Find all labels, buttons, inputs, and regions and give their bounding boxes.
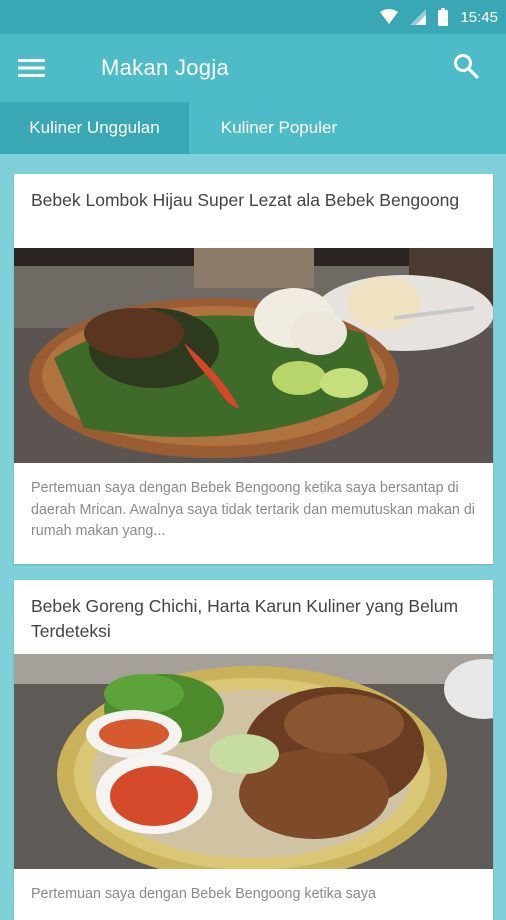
battery-icon — [438, 8, 449, 26]
tab-kuliner-populer[interactable]: Kuliner Populer — [189, 102, 369, 154]
status-bar: 15:45 — [0, 0, 506, 34]
tab-bar: Kuliner Unggulan Kuliner Populer — [0, 102, 506, 154]
article-feed[interactable]: Bebek Lombok Hijau Super Lezat ala Bebek… — [0, 155, 506, 920]
article-image — [14, 248, 493, 463]
search-button[interactable] — [452, 52, 486, 86]
tab-kuliner-unggulan[interactable]: Kuliner Unggulan — [0, 102, 189, 154]
status-time: 15:45 — [460, 8, 498, 26]
app-title: Makan Jogja — [101, 55, 230, 80]
wifi-icon — [380, 9, 399, 24]
article-excerpt: Pertemuan saya dengan Bebek Bengoong ket… — [31, 886, 376, 902]
article-title: Bebek Lombok Hijau Super Lezat ala Bebek… — [31, 190, 460, 210]
status-icons: 15:45 — [380, 0, 498, 34]
search-icon — [454, 54, 479, 79]
menu-icon — [18, 59, 45, 77]
article-excerpt: Pertemuan saya dengan Bebek Bengoong ket… — [31, 480, 475, 539]
article-card[interactable]: Bebek Lombok Hijau Super Lezat ala Bebek… — [14, 174, 493, 564]
menu-button[interactable] — [18, 52, 58, 84]
article-image — [14, 654, 493, 869]
signal-icon — [410, 9, 427, 25]
app-bar: Makan Jogja — [0, 34, 506, 102]
article-title: Bebek Goreng Chichi, Harta Karun Kuliner… — [31, 596, 459, 641]
article-card[interactable]: Bebek Goreng Chichi, Harta Karun Kuliner… — [14, 580, 493, 920]
